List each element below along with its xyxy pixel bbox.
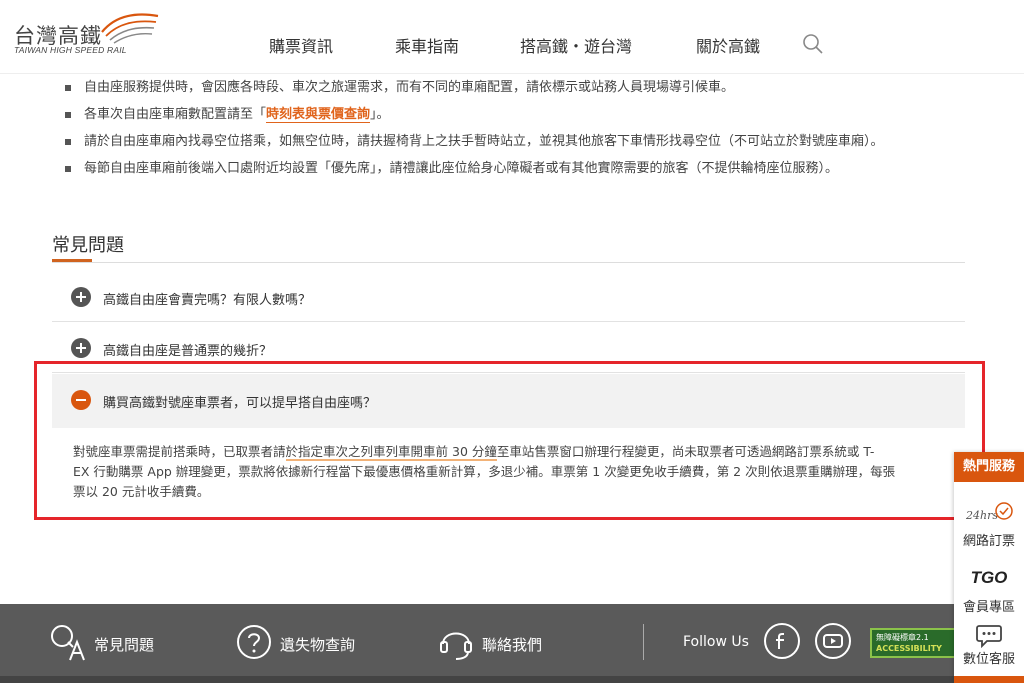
tgo-logo-icon: TGO xyxy=(970,568,1008,587)
faq-title: 常見問題 xyxy=(52,235,124,256)
footer-divider xyxy=(643,624,644,660)
logo-swoosh-icon xyxy=(101,13,159,44)
play-glyph xyxy=(823,634,843,648)
answer-line: 票以 20 元計收手續費。 xyxy=(73,484,210,499)
youtube-icon[interactable] xyxy=(815,623,851,659)
footer-contact-link[interactable]: 聯絡我們 xyxy=(438,620,558,664)
clock-24hrs-icon: 24hrs xyxy=(965,502,1013,522)
bullet-marker xyxy=(65,166,71,172)
footer-faq-link[interactable]: 常見問題 xyxy=(50,620,170,664)
faq-item-discount[interactable]: 高鐵自由座是普通票的幾折？ xyxy=(52,323,965,373)
footer-link-label: 遺失物查詢 xyxy=(280,636,356,654)
footer-link-label: 聯絡我們 xyxy=(482,636,543,654)
answer-highlight: 於指定車次之列車列車開車前 30 分鐘 xyxy=(285,444,497,461)
facebook-icon[interactable] xyxy=(764,623,800,659)
bullet-text: 各車次自由座車廂數配置請至「時刻表與票價查詢」。 xyxy=(84,107,390,123)
side-item-label: 數位客服 xyxy=(962,652,1015,667)
bullet-text-pre: 各車次自由座車廂數配置請至「 xyxy=(84,107,267,122)
nav-travel-taiwan[interactable]: 搭高鐵・遊台灣 xyxy=(520,33,632,57)
faq-question: 購買高鐵對號座車票者，可以提早搭自由座嗎？ xyxy=(103,396,377,411)
accessibility-badge[interactable]: 無障礙標章2.1 ACCESSIBILITY xyxy=(870,628,956,658)
nav-about[interactable]: 關於高鐵 xyxy=(696,33,760,57)
side-panel-bottom-bar xyxy=(954,676,1024,683)
qa-icon xyxy=(51,625,85,661)
faq-item-sold-out[interactable]: 高鐵自由座會賣完嗎？有限人數嗎？ xyxy=(52,272,965,322)
badge-line: 無障礙標章2.1 xyxy=(876,633,929,642)
footer-lost-found-link[interactable]: 遺失物查詢 xyxy=(236,620,366,664)
digital-service-link[interactable]: 數位客服 xyxy=(954,618,1024,674)
icon-text: 24hrs xyxy=(965,509,998,522)
footer-bottom-strip xyxy=(0,676,1024,683)
faq-item-early-boarding[interactable]: 購買高鐵對號座車票者，可以提早搭自由座嗎？ xyxy=(52,374,965,428)
nav-ticket-info[interactable]: 購票資訊 xyxy=(269,33,333,57)
faq-answer: 對號座車票需提前搭乘時，已取票者請於指定車次之列車列車開車前 30 分鐘至車站售… xyxy=(52,428,965,518)
faq-question: 高鐵自由座是普通票的幾折？ xyxy=(103,344,273,359)
answer-line: EX 行動購票 App 辦理變更，票款將依據新行程當下最優惠價格重新計算，多退少… xyxy=(73,464,896,479)
bullet-marker xyxy=(65,85,71,91)
site-header: 台灣高鐵 TAIWAN HIGH SPEED RAIL 購票資訊 乘車指南 搭高… xyxy=(0,0,1024,74)
bullet-text: 請於自由座車廂內找尋空位搭乘，如無空位時，請扶握椅背上之扶手暫時站立，並視其他旅… xyxy=(84,134,884,149)
bullet-text: 每節自由座車廂前後端入口處附近均設置「優先席」，請禮讓此座位給身心障礙者或有其他… xyxy=(84,161,839,176)
faq-question: 高鐵自由座會賣完嗎？有限人數嗎？ xyxy=(103,293,312,308)
hot-services-panel: 熱門服務 24hrs 網路訂票 TGO 會員專區 數位客服 xyxy=(954,452,1024,683)
bullet-marker xyxy=(65,112,71,118)
answer-text: 至車站售票窗口辦理行程變更，尚未取票者可透過網路訂票系統或 T- xyxy=(496,444,875,459)
chat-bubble-icon xyxy=(976,625,1002,648)
side-item-label: 會員專區 xyxy=(962,600,1015,615)
badge-line: ACCESSIBILITY xyxy=(876,644,942,653)
facebook-glyph xyxy=(776,633,784,649)
timetable-link[interactable]: 時刻表與票價查詢 xyxy=(266,107,371,123)
nav-travel-guide[interactable]: 乘車指南 xyxy=(395,33,459,57)
expand-icon xyxy=(71,287,91,307)
hot-services-title: 熱門服務 xyxy=(954,452,1024,482)
list-item: 各車次自由座車廂數配置請至「時刻表與票價查詢」。 xyxy=(64,107,964,134)
online-booking-link[interactable]: 24hrs 網路訂票 xyxy=(954,496,1024,552)
side-item-label: 網路訂票 xyxy=(962,534,1015,549)
thsr-logo[interactable]: 台灣高鐵 TAIWAN HIGH SPEED RAIL xyxy=(12,12,172,62)
follow-us-label: Follow Us xyxy=(683,634,749,650)
search-icon[interactable] xyxy=(802,33,824,55)
answer-text: 對號座車票需提前搭乘時，已取票者請 xyxy=(73,444,286,459)
question-circle-icon xyxy=(237,625,271,659)
list-item: 自由座服務提供時，會因應各時段、車次之旅運需求，而有不同的車廂配置，請依標示或站… xyxy=(64,80,964,107)
faq-answer-text: 對號座車票需提前搭乘時，已取票者請於指定車次之列車列車開車前 30 分鐘至車站售… xyxy=(73,442,953,502)
bullet-text: 自由座服務提供時，會因應各時段、車次之旅運需求，而有不同的車廂配置，請依標示或站… xyxy=(84,80,735,95)
logo-name-en: TAIWAN HIGH SPEED RAIL xyxy=(14,45,127,55)
member-area-link[interactable]: TGO 會員專區 xyxy=(954,562,1024,618)
free-seat-notes: 自由座服務提供時，會因應各時段、車次之旅運需求，而有不同的車廂配置，請依標示或站… xyxy=(64,80,964,188)
site-footer: 常見問題 遺失物查詢 聯絡我們 Follow Us 無障礙標章2.1 ACCES… xyxy=(0,604,1024,683)
footer-link-label: 常見問題 xyxy=(94,636,155,654)
bullet-text-post: 」。 xyxy=(370,107,390,122)
list-item: 請於自由座車廂內找尋空位搭乘，如無空位時，請扶握椅背上之扶手暫時站立，並視其他旅… xyxy=(64,134,964,161)
faq-divider xyxy=(52,262,965,263)
collapse-icon xyxy=(71,390,91,410)
list-item: 每節自由座車廂前後端入口處附近均設置「優先席」，請禮讓此座位給身心障礙者或有其他… xyxy=(64,161,964,188)
headset-icon xyxy=(440,632,472,660)
answer-line: 對號座車票需提前搭乘時，已取票者請於指定車次之列車列車開車前 30 分鐘至車站售… xyxy=(73,442,953,462)
faq-title-underline xyxy=(52,259,92,262)
bullet-marker xyxy=(65,139,71,145)
expand-icon xyxy=(71,338,91,358)
